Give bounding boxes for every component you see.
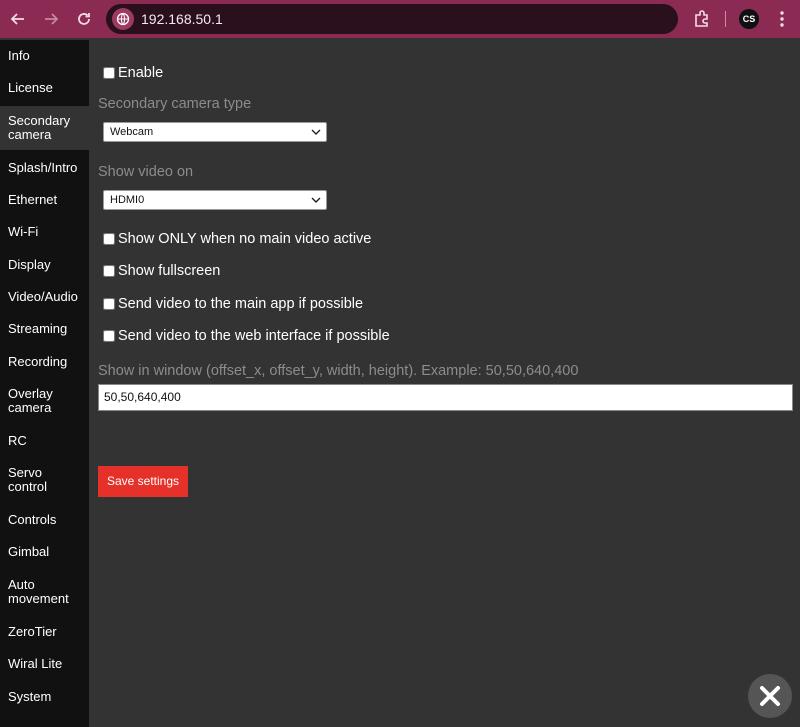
menu-button[interactable] <box>772 9 792 29</box>
arrow-right-icon <box>45 13 59 25</box>
sidebar-item-info[interactable]: Info <box>0 49 89 63</box>
site-info-button[interactable] <box>112 8 134 30</box>
globe-icon <box>116 12 130 26</box>
fullscreen-option[interactable]: Show fullscreen <box>102 262 220 280</box>
camera-type-select[interactable]: Webcam <box>103 122 327 142</box>
only-when-no-main-option[interactable]: Show ONLY when no main video active <box>102 230 371 248</box>
sidebar-item-video-audio[interactable]: Video/Audio <box>0 290 89 304</box>
extensions-button[interactable] <box>692 9 712 29</box>
window-label: Show in window (offset_x, offset_y, widt… <box>98 363 579 379</box>
fullscreen-checkbox[interactable] <box>103 265 115 277</box>
send-main-app-label: Send video to the main app if possible <box>118 296 364 312</box>
send-web-label: Send video to the web interface if possi… <box>118 328 390 344</box>
sidebar-item-overlay-camera[interactable]: Overlay camera <box>0 387 89 415</box>
puzzle-icon <box>695 10 708 27</box>
back-button[interactable] <box>8 9 28 29</box>
enable-checkbox[interactable] <box>103 67 115 79</box>
settings-sidebar: Info License Secondary camera Splash/Int… <box>0 40 89 727</box>
sidebar-item-auto-movement[interactable]: Auto movement <box>0 578 89 606</box>
sidebar-item-license[interactable]: License <box>0 81 89 95</box>
sidebar-item-wifi[interactable]: Wi-Fi <box>0 225 89 239</box>
enable-label: Enable <box>118 65 164 81</box>
sidebar-item-streaming[interactable]: Streaming <box>0 322 89 336</box>
sidebar-item-zerotier[interactable]: ZeroTier <box>0 625 89 639</box>
show-video-on-label: Show video on <box>98 164 194 180</box>
forward-button[interactable] <box>41 9 61 29</box>
show-video-on-value: HDMI0 <box>110 194 145 206</box>
close-icon <box>760 686 780 706</box>
settings-panel: Enable Secondary camera type Webcam Show… <box>89 40 800 727</box>
close-button[interactable] <box>748 674 792 718</box>
reload-icon <box>78 13 90 25</box>
sidebar-item-recording[interactable]: Recording <box>0 355 89 369</box>
chevron-down-icon <box>311 129 321 135</box>
browser-toolbar: 192.168.50.1 CS <box>0 0 800 38</box>
fullscreen-label: Show fullscreen <box>118 263 221 279</box>
reload-button[interactable] <box>74 9 94 29</box>
sidebar-item-splash-intro[interactable]: Splash/Intro <box>0 161 89 175</box>
send-web-checkbox[interactable] <box>103 330 115 342</box>
only-when-no-main-checkbox[interactable] <box>103 233 115 245</box>
url-text: 192.168.50.1 <box>141 11 223 27</box>
sidebar-item-gimbal[interactable]: Gimbal <box>0 545 89 559</box>
profile-avatar[interactable]: CS <box>739 9 759 29</box>
arrow-left-icon <box>10 13 24 25</box>
sidebar-item-wiral-lite[interactable]: Wiral Lite <box>0 657 89 671</box>
camera-type-value: Webcam <box>110 126 154 138</box>
sidebar-item-secondary-camera[interactable]: Secondary camera <box>0 106 89 150</box>
enable-option[interactable]: Enable <box>102 64 163 82</box>
sidebar-item-display[interactable]: Display <box>0 258 89 272</box>
more-vertical-icon <box>780 11 784 27</box>
only-when-no-main-label: Show ONLY when no main video active <box>118 231 372 247</box>
sidebar-item-system[interactable]: System <box>0 690 89 704</box>
window-geometry-input[interactable]: 50,50,640,400 <box>98 384 793 411</box>
send-main-app-option[interactable]: Send video to the main app if possible <box>102 295 363 313</box>
sidebar-item-ethernet[interactable]: Ethernet <box>0 193 89 207</box>
sidebar-item-controls[interactable]: Controls <box>0 513 89 527</box>
send-web-option[interactable]: Send video to the web interface if possi… <box>102 327 390 345</box>
save-settings-button[interactable]: Save settings <box>98 466 188 497</box>
toolbar-divider <box>725 11 726 27</box>
camera-type-label: Secondary camera type <box>98 96 252 112</box>
sidebar-item-servo-control[interactable]: Servo control <box>0 466 89 494</box>
sidebar-item-rc[interactable]: RC <box>0 434 89 448</box>
send-main-app-checkbox[interactable] <box>103 298 115 310</box>
chevron-down-icon <box>311 197 321 203</box>
address-bar[interactable]: 192.168.50.1 <box>106 4 678 34</box>
show-video-on-select[interactable]: HDMI0 <box>103 190 327 210</box>
